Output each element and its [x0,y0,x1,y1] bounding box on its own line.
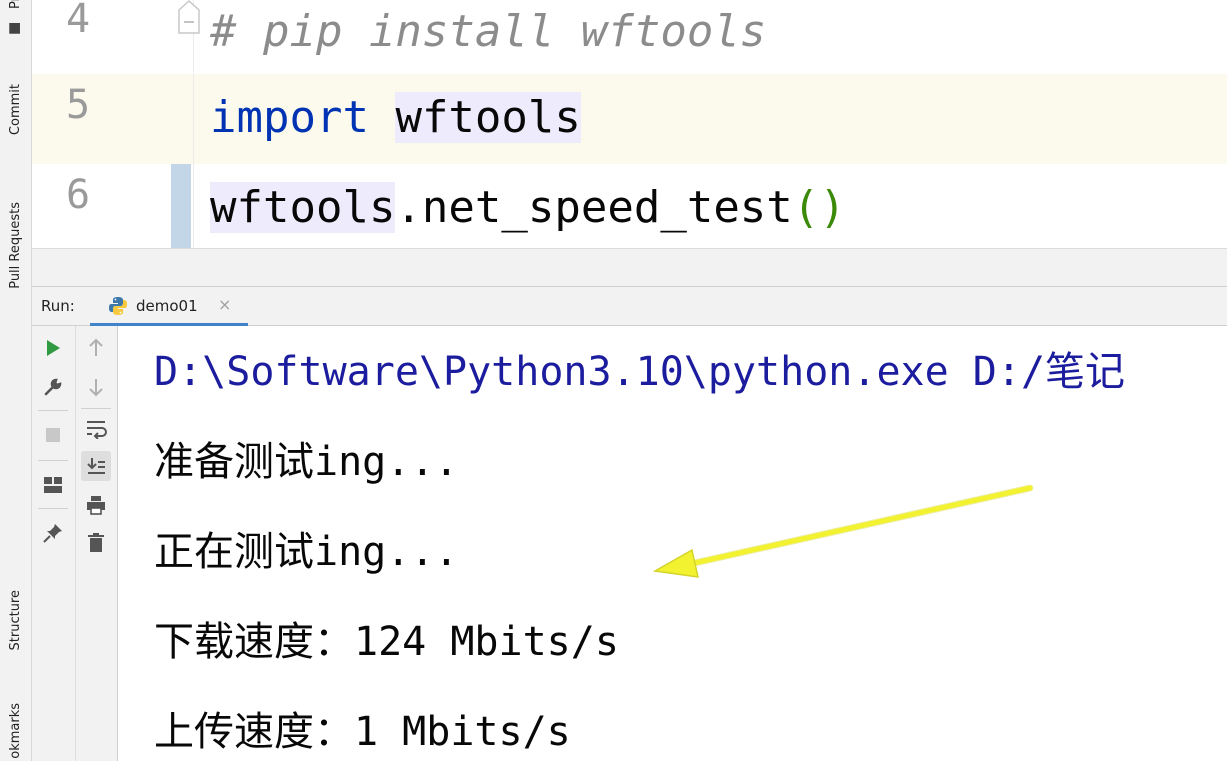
fold-marker-icon[interactable] [178,0,200,34]
gutter: 4 [32,0,192,78]
run-label: Run: [41,297,75,315]
identifier-highlight: wftools [210,182,396,233]
toolbar-separator [38,460,68,461]
commit-tab-label: Commit [8,83,23,136]
structure-tab[interactable]: Structure [0,568,31,673]
keyword: import [210,92,369,143]
project-icon: ■ [8,20,22,36]
gutter: 6 [32,164,192,254]
console-line: 准备测试ing... [154,439,459,485]
down-stack-button[interactable] [81,372,111,402]
up-stack-button[interactable] [81,333,111,363]
scroll-to-end-button[interactable] [81,451,111,481]
edit-configuration-button[interactable] [38,372,68,402]
code-line-4: 4 # pip install wftools [32,0,1227,78]
console-actions-toolbar [76,326,118,761]
open-paren: ( [792,182,820,233]
code-editor[interactable]: 4 # pip install wftools 5 import wftools… [32,0,1227,254]
code-text: # pip install wftools [210,6,767,57]
line-number: 6 [65,172,91,218]
python-icon [109,297,127,315]
scroll-to-end-icon [87,458,105,474]
print-button[interactable] [81,490,111,520]
line-number: 5 [65,82,91,128]
trash-icon [88,533,104,552]
code-text: import wftools [210,92,581,144]
print-icon [87,496,105,515]
bookmarks-tab-label: okmarks [8,702,23,759]
down-arrow-icon [89,379,103,397]
line-number: 4 [65,0,91,42]
toolbar-separator [38,410,68,411]
gutter-separator [193,164,194,254]
code-line-6: 6 wftools.net_speed_test() [32,164,1227,254]
bookmarks-tab[interactable]: okmarks [0,700,31,761]
panel-splitter[interactable] [32,248,1227,287]
code-text: wftools.net_speed_test() [210,182,846,234]
gutter: 5 [32,74,192,164]
code-line-5: 5 import wftools [32,74,1227,164]
project-tab[interactable]: ■ Pr [0,0,31,40]
console-output[interactable]: D:\Software\Python3.10\python.exe D:/笔记 … [118,326,1227,761]
pull-requests-tab[interactable]: Pull Requests [0,180,31,310]
method-call: .net_speed_test [395,182,793,233]
pin-tab-button[interactable] [38,518,68,548]
left-tool-strip: ■ Pr Commit Pull Requests Structure okma… [0,0,32,761]
gutter-separator [193,74,194,164]
console-command-line: D:\Software\Python3.10\python.exe D:/笔记 [154,349,1126,395]
vcs-change-marker[interactable] [171,164,191,254]
layout-icon [44,477,62,493]
console-line: 上传速度：1 Mbits/s [154,709,571,755]
run-actions-toolbar [32,326,76,761]
toolbar-separator [38,508,68,509]
commit-tab[interactable]: Commit [0,62,31,157]
pin-icon [43,524,62,543]
tab-label: demo01 [136,297,198,315]
console-line: 下载速度：124 Mbits/s [154,619,619,665]
console-line: 正在测试ing... [154,529,459,575]
soft-wrap-button[interactable] [81,414,111,444]
soft-wrap-icon [87,421,107,439]
run-icon [47,340,60,356]
structure-tab-label: Structure [8,590,23,651]
toolbar-separator [81,408,111,409]
project-tab-label: Pr [8,0,23,9]
run-button[interactable] [38,333,68,363]
restore-layout-button[interactable] [38,470,68,500]
tab-demo01[interactable]: demo01 × [90,287,248,326]
run-toolbar: Run: demo01 × [32,286,1227,326]
close-icon[interactable]: × [218,295,231,314]
wrench-icon [44,378,62,396]
pull-requests-tab-label: Pull Requests [8,201,23,289]
stop-icon [46,428,60,442]
identifier-highlight: wftools [395,92,581,143]
clear-all-button[interactable] [81,528,111,558]
close-paren: ) [819,182,846,233]
stop-button[interactable] [38,420,68,450]
up-arrow-icon [89,338,103,356]
